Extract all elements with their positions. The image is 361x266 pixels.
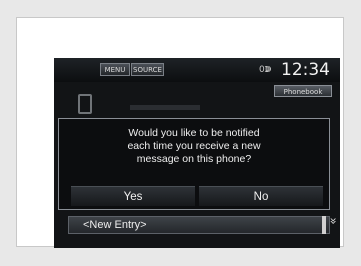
new-entry-item[interactable]: <New Entry> <box>68 216 330 234</box>
menu-button[interactable]: MENU <box>100 63 130 76</box>
signal-status-icon: 0ↇ <box>259 65 272 75</box>
scroll-down-icon[interactable]: » <box>327 217 340 224</box>
illustration-frame: MENU SOURCE 0ↇ 12:34 Phonebook Would you… <box>16 17 344 248</box>
new-entry-label: <New Entry> <box>83 219 147 231</box>
top-bar: MENU SOURCE 0ↇ 12:34 <box>54 58 340 82</box>
no-button[interactable]: No <box>199 186 323 206</box>
source-button[interactable]: SOURCE <box>131 63 164 76</box>
notification-dialog: Would you like to be notified each time … <box>58 118 330 210</box>
phone-icon <box>78 94 92 114</box>
clock-display: 12:34 <box>281 60 330 80</box>
phonebook-tab[interactable]: Phonebook <box>274 85 332 97</box>
yes-button[interactable]: Yes <box>71 186 195 206</box>
dialog-message: Would you like to be notified each time … <box>127 127 261 165</box>
phone-screen: MENU SOURCE 0ↇ 12:34 Phonebook Would you… <box>54 58 340 248</box>
scrollbar[interactable] <box>322 216 326 234</box>
background-text <box>130 105 200 110</box>
